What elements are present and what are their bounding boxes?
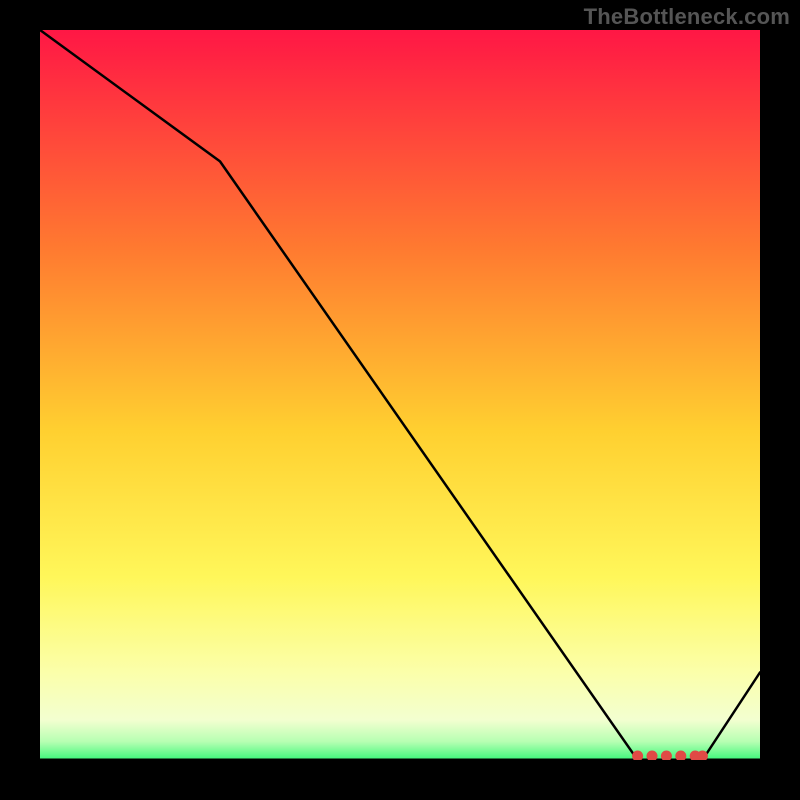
plot-svg xyxy=(40,30,760,760)
chart-frame: TheBottleneck.com xyxy=(0,0,800,800)
plot-area xyxy=(40,30,760,760)
gradient-rect xyxy=(40,30,760,760)
attribution-text: TheBottleneck.com xyxy=(584,4,790,30)
